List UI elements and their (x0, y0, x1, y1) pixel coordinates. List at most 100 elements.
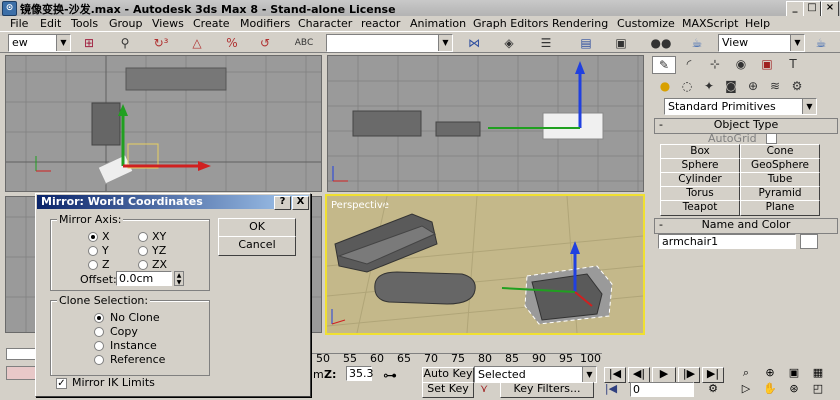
track-bar-slider[interactable] (6, 348, 36, 360)
3ds-max-icon[interactable]: ⊙ (2, 1, 17, 16)
primitives-dropdown[interactable]: Standard Primitives ▼ (664, 98, 817, 115)
cancel-button[interactable]: Cancel (218, 236, 296, 256)
close-icon[interactable]: × (821, 1, 839, 17)
offset-field[interactable]: 0.0cm (116, 271, 172, 286)
hierarchy-tab-icon[interactable]: ⊹ (704, 56, 726, 72)
next-frame-icon[interactable]: |▶ (678, 367, 700, 383)
edit-named-selection-icon[interactable]: ABC (293, 35, 315, 51)
key-icon[interactable]: ⊶ (383, 368, 397, 384)
time-config-icon[interactable]: ⚙ (704, 382, 722, 396)
view-dropdown[interactable]: View ▼ (718, 34, 805, 52)
name-and-color-rollout[interactable]: - Name and Color (654, 218, 838, 234)
material-editor-icon[interactable]: ●● (650, 35, 672, 51)
auto-key-button[interactable]: Auto Key (422, 367, 474, 383)
named-selection-dropdown[interactable]: ▼ (326, 34, 453, 52)
cameras-icon[interactable]: ◙ (722, 78, 740, 94)
viewport-perspective[interactable]: Perspective (325, 194, 645, 335)
zoom-all-icon[interactable]: ⊕ (762, 366, 778, 380)
shapes-icon[interactable]: ◌ (678, 78, 696, 94)
menu-tools[interactable]: Tools (71, 16, 98, 31)
zoom-extents-icon[interactable]: ▣ (786, 366, 802, 380)
axis-zx-radio[interactable] (138, 260, 148, 270)
ok-button[interactable]: OK (218, 218, 296, 238)
key-mode-icon[interactable]: ⋎ (476, 382, 492, 396)
maxscript-listener[interactable] (6, 366, 36, 380)
set-key-button[interactable]: Set Key (422, 382, 474, 398)
selection-filter-dropdown[interactable]: ew ▼ (8, 34, 71, 52)
link-icon[interactable]: ⊞ (80, 35, 98, 51)
render-scene-icon[interactable]: ☕ (686, 35, 708, 51)
teapot-button[interactable]: Teapot (660, 200, 740, 216)
current-frame-field[interactable]: 0 (630, 382, 694, 397)
menu-graph-editors[interactable]: Graph Editors (473, 16, 549, 31)
zoom-extents-all-icon[interactable]: ▦ (810, 366, 826, 380)
maximize-icon[interactable]: □ (803, 1, 821, 17)
menu-file[interactable]: File (10, 16, 28, 31)
copy-radio[interactable] (94, 327, 104, 337)
geometry-icon[interactable]: ● (656, 78, 674, 94)
align-icon[interactable]: ◈ (498, 35, 520, 51)
menu-help[interactable]: Help (745, 16, 770, 31)
play-icon[interactable]: ▶ (652, 367, 676, 383)
mirror-ik-checkbox[interactable]: ✓ (56, 378, 67, 389)
key-filters-button[interactable]: Key Filters... (500, 382, 594, 398)
select-rotate-icon[interactable]: ↻³ (150, 35, 172, 51)
curve-editor-icon[interactable]: ▤ (575, 35, 597, 51)
helpers-icon[interactable]: ⊕ (744, 78, 762, 94)
menu-maxscript[interactable]: MAXScript (682, 16, 738, 31)
offset-spinner-icon[interactable]: ▲ ▼ (174, 271, 184, 286)
layer-manager-icon[interactable]: ☰ (535, 35, 557, 51)
maximize-viewport-icon[interactable]: ◰ (810, 382, 826, 396)
field-of-view-icon[interactable]: ▷ (738, 382, 754, 396)
percent-snap-icon[interactable]: % (221, 35, 243, 51)
display-tab-icon[interactable]: ▣ (756, 56, 778, 72)
arc-rotate-icon[interactable]: ⊛ (786, 382, 802, 396)
autogrid-checkbox[interactable] (766, 133, 777, 144)
axis-xy-radio[interactable] (138, 232, 148, 242)
menu-create[interactable]: Create (193, 16, 230, 31)
close-icon[interactable]: X (292, 196, 309, 210)
viewport-top[interactable] (5, 55, 322, 192)
z-coordinate-field[interactable]: 35.3 (346, 366, 374, 381)
axis-x-radio[interactable] (88, 232, 98, 242)
menu-modifiers[interactable]: Modifiers (240, 16, 290, 31)
timeline[interactable]: 50 55 60 65 70 75 80 85 90 95 100 (312, 340, 602, 366)
instance-radio[interactable] (94, 341, 104, 351)
zoom-icon[interactable]: ⌕ (738, 366, 754, 380)
create-tab-icon[interactable]: ✎ (652, 56, 676, 74)
axis-yz-radio[interactable] (138, 246, 148, 256)
dialog-title-bar[interactable]: Mirror: World Coordinates (37, 195, 309, 209)
pan-icon[interactable]: ✋ (762, 382, 778, 396)
menu-character[interactable]: Character (298, 16, 352, 31)
help-icon[interactable]: ? (274, 196, 291, 210)
axis-z-radio[interactable] (88, 260, 98, 270)
menu-reactor[interactable]: reactor (361, 16, 400, 31)
menu-views[interactable]: Views (152, 16, 184, 31)
motion-tab-icon[interactable]: ◉ (730, 56, 752, 72)
bind-space-warp-icon[interactable]: ⚲ (116, 35, 134, 51)
selected-dropdown[interactable]: Selected ▼ (474, 366, 597, 383)
axis-y-radio[interactable] (88, 246, 98, 256)
lights-icon[interactable]: ✦ (700, 78, 718, 94)
menu-edit[interactable]: Edit (40, 16, 61, 31)
viewport-front[interactable] (327, 55, 644, 192)
mirror-icon[interactable]: ⋈ (463, 35, 485, 51)
go-to-end-icon[interactable]: ▶| (702, 367, 724, 383)
key-mode-toggle-icon[interactable]: |◀ (604, 382, 618, 396)
menu-customize[interactable]: Customize (617, 16, 675, 31)
previous-frame-icon[interactable]: ◀| (628, 367, 650, 383)
utilities-tab-icon[interactable]: T (782, 56, 804, 72)
plane-button[interactable]: Plane (740, 200, 820, 216)
systems-icon[interactable]: ⚙ (788, 78, 806, 94)
menu-group[interactable]: Group (109, 16, 143, 31)
quick-render-icon[interactable]: ☕ (808, 35, 834, 51)
space-warps-icon[interactable]: ≋ (766, 78, 784, 94)
no-clone-radio[interactable] (94, 313, 104, 323)
select-scale-icon[interactable]: △ (186, 35, 208, 51)
object-name-field[interactable]: armchair1 (658, 234, 796, 249)
reference-radio[interactable] (94, 355, 104, 365)
spinner-snap-icon[interactable]: ↺ (254, 35, 276, 51)
menu-rendering[interactable]: Rendering (552, 16, 608, 31)
schematic-view-icon[interactable]: ▣ (610, 35, 632, 51)
object-color-swatch[interactable] (800, 234, 818, 249)
